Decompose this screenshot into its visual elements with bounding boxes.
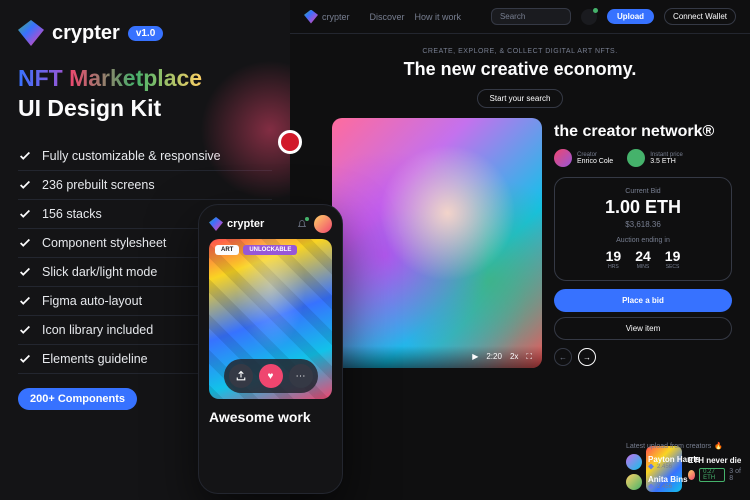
heart-icon[interactable]: ♥ [259, 364, 283, 388]
place-bid-button[interactable]: Place a bid [554, 289, 732, 312]
decorative-dot-icon [278, 130, 302, 154]
upload-item[interactable]: Anita Bins 2.456 [626, 474, 742, 490]
phone-logo[interactable]: crypter [209, 217, 264, 231]
bid-usd: $3,618.36 [565, 220, 721, 229]
carousel-arrows: ← → [554, 348, 732, 366]
uploader-avatar [626, 454, 642, 470]
bid-amount: 1.00 ETH [565, 197, 721, 218]
price-info: Instant price 3.5 ETH [627, 149, 683, 167]
feature-item: Fully customizable & responsive [18, 142, 272, 171]
headline-nft: NFT [18, 65, 63, 91]
headline: NFT Marketplace UI Design Kit [18, 64, 272, 124]
action-buttons: Place a bid View item [554, 289, 732, 340]
upload-item[interactable]: Payton Harris 2.456 [626, 454, 742, 470]
brand-row: crypter v1.0 [18, 20, 272, 46]
diamond-logo-icon [209, 217, 223, 231]
headline-rest: UI Design Kit [18, 95, 161, 121]
more-icon[interactable]: ⋯ [289, 364, 313, 388]
check-icon [18, 294, 32, 308]
headline-marketplace: Marketplace [69, 65, 202, 91]
eth-icon [648, 484, 654, 490]
components-badge: 200+ Components [18, 388, 137, 410]
arrow-left-icon[interactable]: ← [554, 348, 572, 366]
artwork-footer: ▶ 2:20 2x ⛶ [332, 346, 542, 368]
artwork-image [332, 118, 542, 368]
diamond-logo-icon [304, 10, 318, 24]
phone-artwork[interactable]: ART UNLOCKABLE ♥ ⋯ [209, 239, 332, 399]
search-input[interactable]: Search [491, 8, 571, 25]
view-item-button[interactable]: View item [554, 317, 732, 340]
notification-icon[interactable] [581, 9, 597, 25]
topbar: crypter Discover How it work Search Uplo… [290, 0, 750, 34]
fire-icon: 🔥 [714, 442, 723, 450]
eth-icon [648, 464, 654, 470]
desktop-preview: crypter Discover How it work Search Uplo… [290, 0, 750, 500]
user-avatar[interactable] [314, 215, 332, 233]
hero-tagline: CREATE, EXPLORE, & COLLECT DIGITAL ART N… [290, 48, 750, 55]
creator-row: Creator Enrico Cole Instant price 3.5 ET… [554, 149, 732, 167]
tag-art: ART [215, 245, 239, 255]
latest-uploads: Latest upload from creators 🔥 Payton Har… [626, 442, 742, 494]
hero-cta-button[interactable]: Start your search [477, 89, 564, 108]
auction-timer: 19Hrs 24mins 19secs [565, 248, 721, 270]
bid-label: Current Bid [565, 188, 721, 195]
diamond-logo-icon [18, 20, 44, 46]
phone-artwork-title: Awesome work [209, 409, 332, 425]
creator-avatar [554, 149, 572, 167]
topbar-logo[interactable]: crypter [304, 10, 350, 24]
check-icon [18, 178, 32, 192]
phone-action-bar: ♥ ⋯ [224, 359, 318, 393]
upload-button[interactable]: Upload [607, 9, 654, 24]
version-badge: v1.0 [128, 26, 163, 41]
info-column: the creator network® Creator Enrico Cole… [554, 118, 732, 368]
creator-network-title: the creator network® [554, 122, 732, 141]
notification-dot-icon [305, 217, 309, 221]
auction-label: Auction ending in [565, 237, 721, 244]
check-icon [18, 323, 32, 337]
uploads-heading: Latest upload from creators 🔥 [626, 442, 742, 450]
arrow-right-icon[interactable]: → [578, 348, 596, 366]
featured-artwork[interactable]: ▶ 2:20 2x ⛶ [332, 118, 542, 368]
nav-discover[interactable]: Discover [370, 12, 405, 22]
hero: CREATE, EXPLORE, & COLLECT DIGITAL ART N… [290, 34, 750, 118]
brand-name: crypter [52, 22, 120, 45]
bell-icon[interactable] [296, 218, 308, 230]
bid-box: Current Bid 1.00 ETH $3,618.36 Auction e… [554, 177, 732, 281]
check-icon [18, 149, 32, 163]
phone-header: crypter [209, 215, 332, 233]
tag-unlockable: UNLOCKABLE [243, 245, 297, 255]
connect-wallet-button[interactable]: Connect Wallet [664, 8, 736, 25]
check-icon [18, 207, 32, 221]
feature-item: 236 prebuilt screens [18, 171, 272, 200]
fullscreen-icon[interactable]: ⛶ [526, 352, 532, 362]
hero-title: The new creative economy. [290, 59, 750, 80]
topbar-nav: Discover How it work [370, 12, 462, 22]
check-icon [18, 352, 32, 366]
artwork-time: 2:20 [486, 352, 502, 362]
check-icon [18, 236, 32, 250]
play-icon[interactable]: ▶ [472, 352, 478, 362]
check-icon [18, 265, 32, 279]
creator-info[interactable]: Creator Enrico Cole [554, 149, 613, 167]
mobile-preview: crypter ART UNLOCKABLE ♥ ⋯ Awesome work [198, 204, 343, 494]
price-icon [627, 149, 645, 167]
main-content: ▶ 2:20 2x ⛶ the creator network® Creator… [290, 118, 750, 368]
artwork-column: ▶ 2:20 2x ⛶ [332, 118, 542, 368]
artwork-quality: 2x [510, 352, 518, 362]
share-icon[interactable] [229, 364, 253, 388]
nav-how-it-work[interactable]: How it work [415, 12, 462, 22]
uploader-avatar [626, 474, 642, 490]
